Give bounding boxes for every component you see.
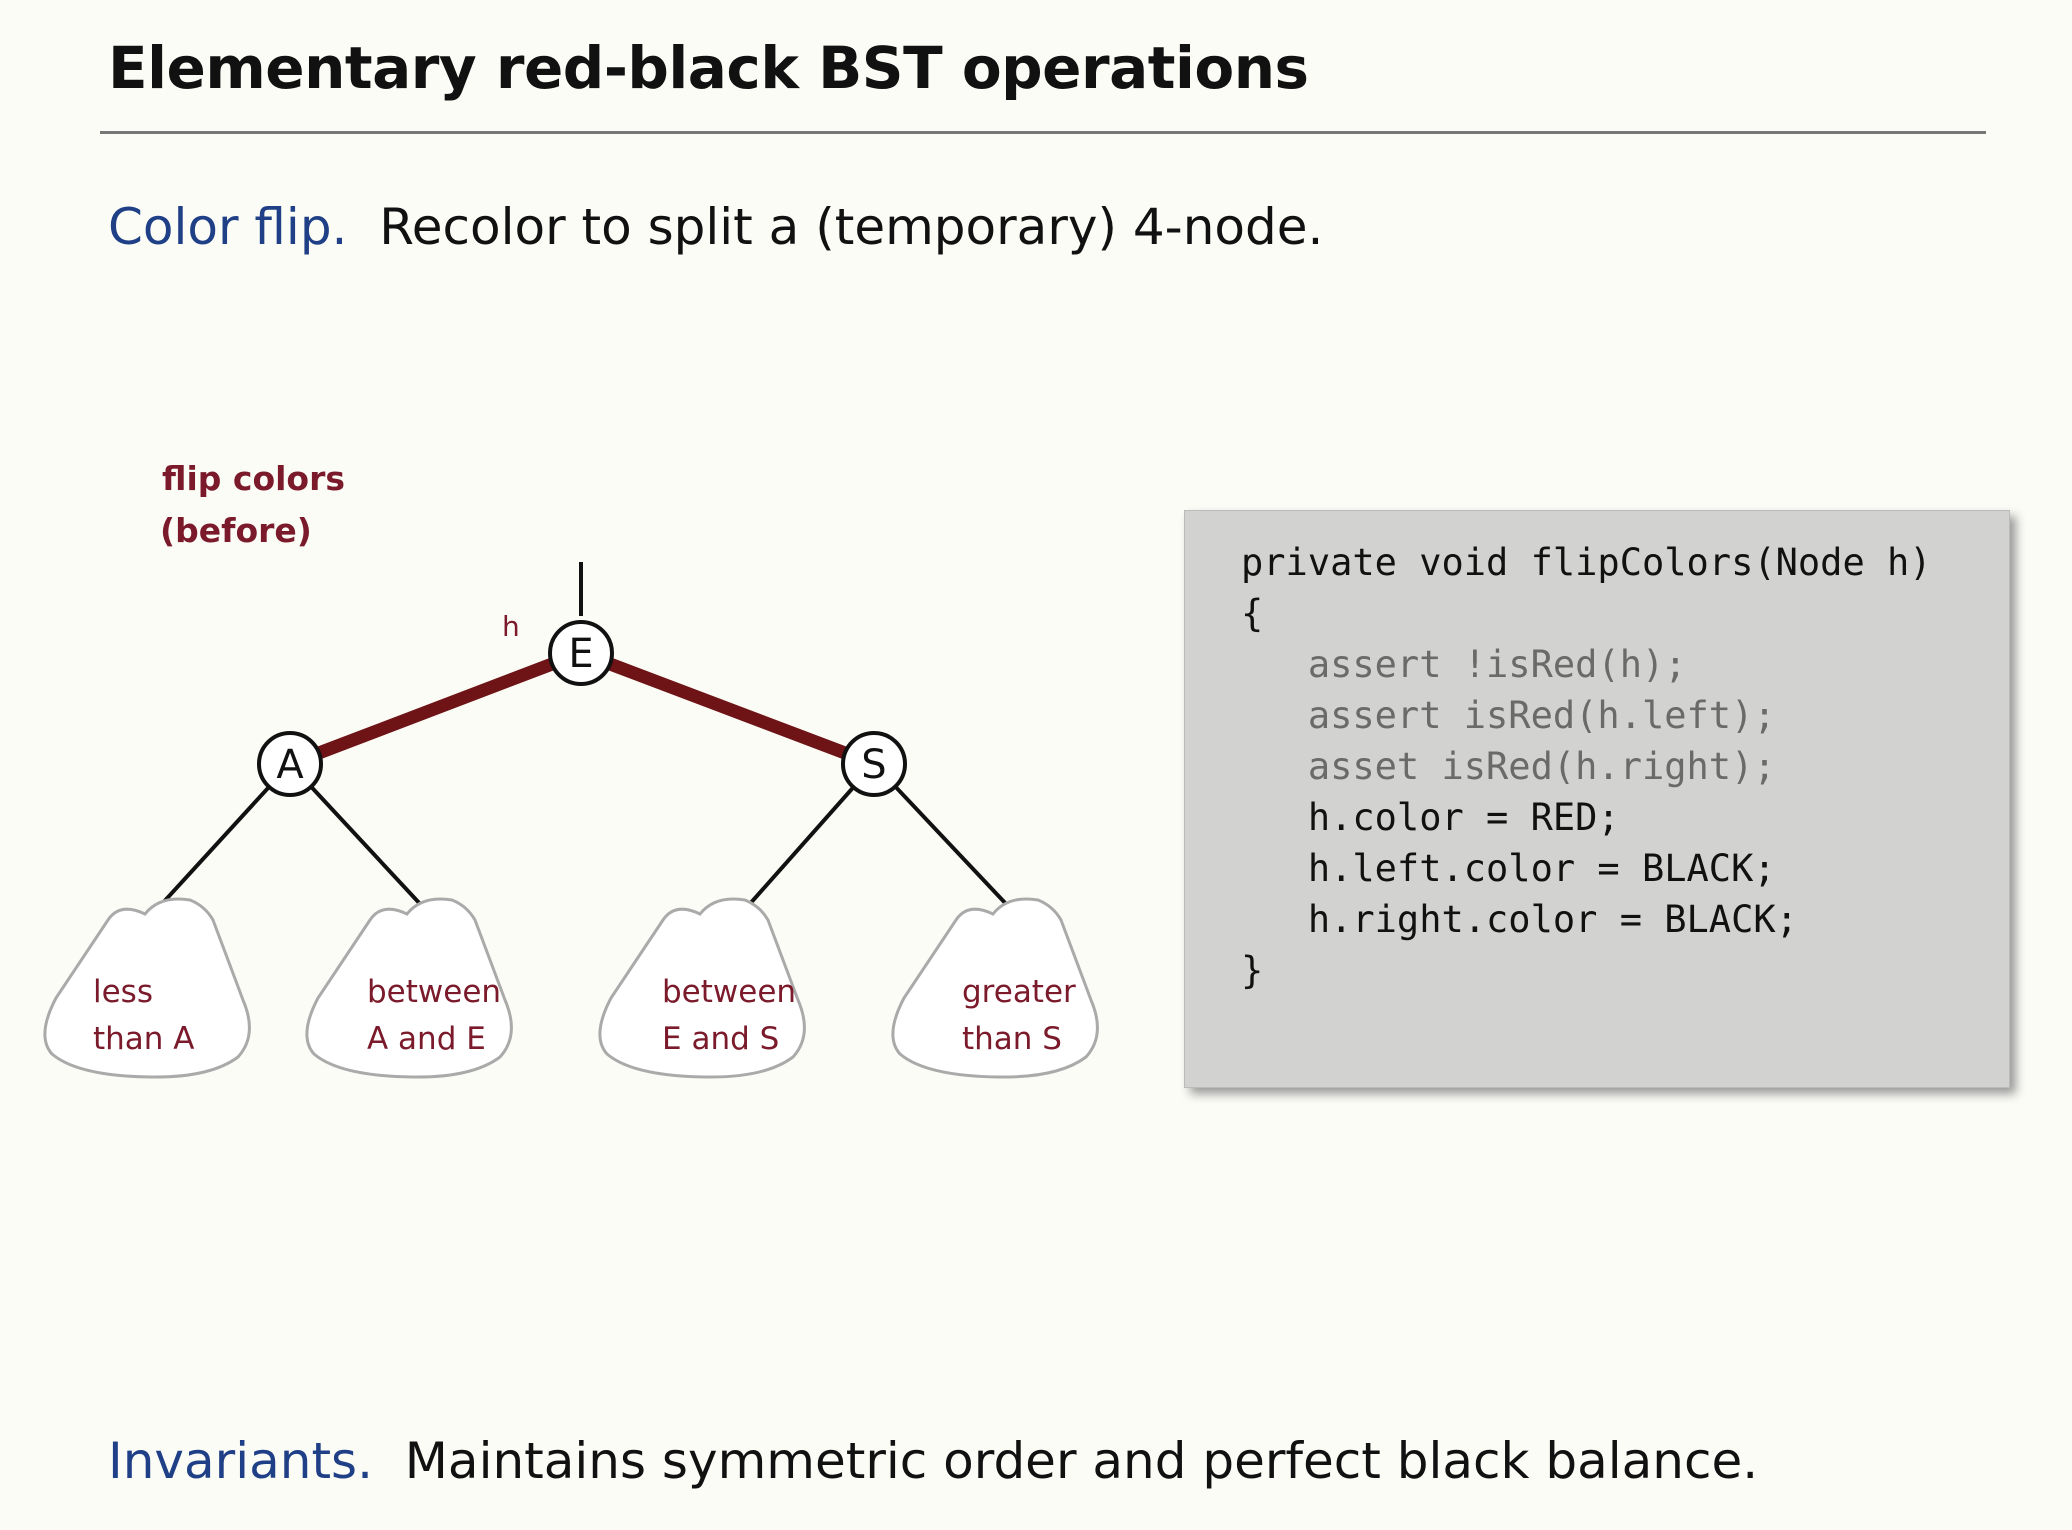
slide-title: Elementary red-black BST operations <box>108 34 1309 102</box>
subtree-2-line2: A and E <box>367 1021 486 1057</box>
code-line: asset isRed(h.right); <box>1241 745 1776 788</box>
footer-keyword: Invariants. <box>108 1432 373 1490</box>
subtree-between-e-and-s: between E and S <box>598 897 806 1079</box>
subtree-3-line1: between <box>662 974 796 1010</box>
diagram-caption-line2: (before) <box>160 511 312 550</box>
title-divider <box>100 131 1986 134</box>
code-line: { <box>1241 592 1264 635</box>
code-line: h.color = RED; <box>1241 796 1620 839</box>
footer-text: Maintains symmetric order and perfect bl… <box>404 1432 1759 1490</box>
code-line: h.left.color = BLACK; <box>1241 847 1776 890</box>
node-a: A <box>257 731 323 797</box>
intro-keyword: Color flip. <box>108 198 348 256</box>
node-a-label: A <box>276 742 304 788</box>
subtree-2-line1: between <box>367 974 501 1010</box>
red-link-right <box>578 646 877 771</box>
code-line: } <box>1241 949 1264 992</box>
pointer-label-h: h <box>502 610 520 643</box>
node-e-label: E <box>568 631 593 677</box>
subtree-greater-than-s: greater than S <box>891 897 1099 1079</box>
node-e: E <box>548 620 614 686</box>
intro-text: Recolor to split a (temporary) 4-node. <box>379 198 1324 256</box>
subtree-between-a-and-e: between A and E <box>305 897 513 1079</box>
code-line: h.right.color = BLACK; <box>1241 898 1798 941</box>
node-s: S <box>841 731 907 797</box>
node-s-label: S <box>861 742 886 788</box>
diagram-caption-line1: flip colors <box>162 459 345 498</box>
code-line: assert !isRed(h); <box>1241 643 1687 686</box>
subtree-1-line1: less <box>93 974 153 1010</box>
subtree-1-line2: than A <box>93 1021 195 1057</box>
subtree-3-line2: E and S <box>662 1021 779 1057</box>
intro-line: Color flip. Recolor to split a (temporar… <box>108 198 1323 256</box>
subtree-4-line1: greater <box>962 974 1076 1010</box>
code-box: private void flipColors(Node h) { assert… <box>1184 510 2010 1088</box>
footer-line: Invariants. Maintains symmetric order an… <box>108 1432 1758 1490</box>
red-link-left <box>287 646 584 771</box>
code-line: private void flipColors(Node h) <box>1241 541 1932 584</box>
subtree-4-line2: than S <box>962 1021 1062 1057</box>
subtree-less-than-a: less than A <box>43 897 251 1079</box>
code-line: assert isRed(h.left); <box>1241 694 1776 737</box>
color-flip-diagram: flip colors (before) h E A S less than A… <box>43 459 1099 1079</box>
